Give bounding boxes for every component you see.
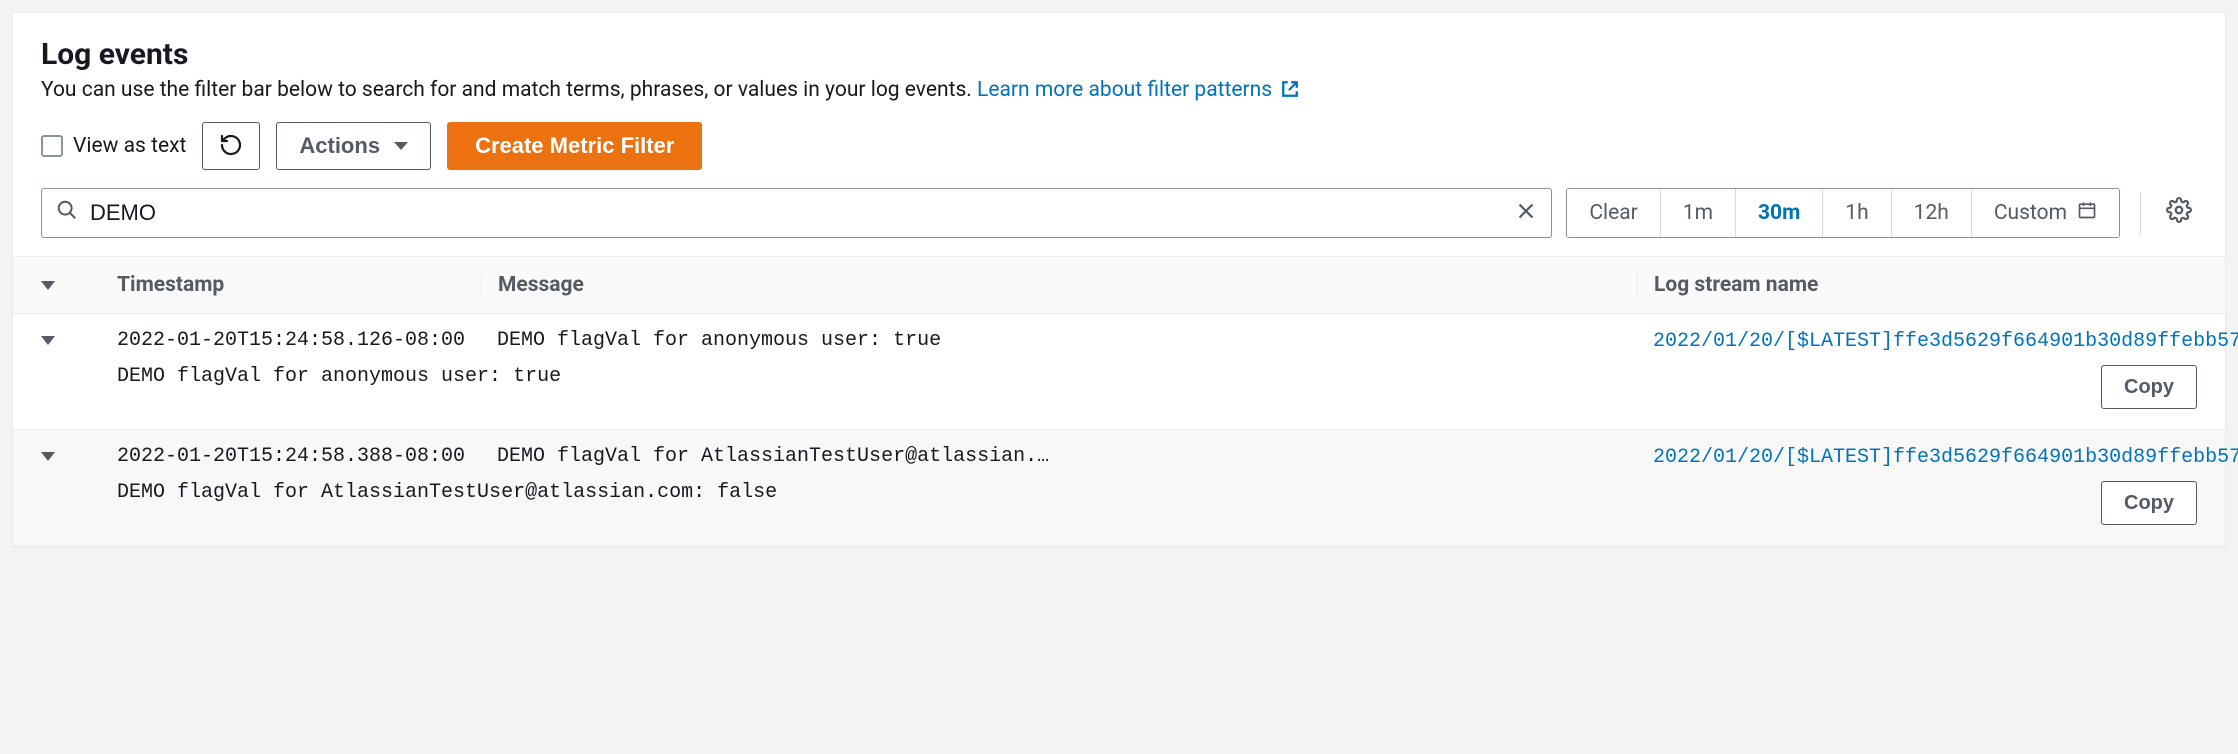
gear-icon — [2166, 197, 2192, 229]
column-message[interactable]: Message — [481, 273, 1637, 297]
cell-message: DEMO flagVal for AtlassianTestUser@atlas… — [481, 445, 1637, 468]
calendar-icon — [2077, 200, 2097, 226]
create-metric-filter-button[interactable]: Create Metric Filter — [447, 122, 702, 170]
view-as-text-label: View as text — [73, 134, 186, 158]
cell-log-stream: 2022/01/20/[$LATEST]ffe3d5629f664901b30d… — [1637, 444, 2197, 469]
search-input[interactable] — [90, 200, 1503, 226]
copy-button[interactable]: Copy — [2101, 481, 2197, 525]
time-30m-button[interactable]: 30m — [1736, 189, 1823, 237]
clear-search-icon[interactable] — [1515, 200, 1537, 226]
time-range-selector: Clear 1m 30m 1h 12h Custom — [1566, 188, 2120, 238]
time-12h-button[interactable]: 12h — [1892, 189, 1972, 237]
actions-label: Actions — [299, 133, 380, 159]
view-as-text-wrap: View as text — [41, 134, 186, 158]
log-stream-link[interactable]: 2022/01/20/[$LATEST]ffe3d5629f664901b30d… — [1653, 330, 2238, 353]
expand-all-toggle[interactable] — [41, 281, 101, 290]
detail-message: DEMO flagVal for anonymous user: true — [117, 365, 561, 388]
row-expand-toggle[interactable] — [41, 452, 101, 461]
time-custom-label: Custom — [1994, 201, 2067, 225]
column-timestamp[interactable]: Timestamp — [101, 273, 481, 297]
table-row: 2022-01-20T15:24:58.126-08:00 DEMO flagV… — [13, 314, 2225, 430]
cell-timestamp: 2022-01-20T15:24:58.126-08:00 — [101, 329, 481, 352]
filter-row: Clear 1m 30m 1h 12h Custom — [13, 188, 2225, 256]
cell-timestamp: 2022-01-20T15:24:58.388-08:00 — [101, 445, 481, 468]
divider — [2140, 192, 2141, 234]
page-subtitle: You can use the filter bar below to sear… — [41, 78, 2197, 104]
log-events-panel: Log events You can use the filter bar be… — [12, 12, 2226, 547]
page-title: Log events — [41, 37, 2197, 72]
chevron-down-icon — [41, 336, 55, 345]
refresh-button[interactable] — [202, 122, 260, 170]
panel-header: Log events You can use the filter bar be… — [13, 13, 2225, 122]
subtitle-text: You can use the filter bar below to sear… — [41, 78, 977, 102]
copy-button[interactable]: Copy — [2101, 365, 2197, 409]
settings-button[interactable] — [2161, 188, 2197, 238]
table-row: 2022-01-20T15:24:58.388-08:00 DEMO flagV… — [13, 430, 2225, 546]
toolbar: View as text Actions Create Metric Filte… — [13, 122, 2225, 188]
row-detail: DEMO flagVal for AtlassianTestUser@atlas… — [41, 469, 2197, 531]
row-main: 2022-01-20T15:24:58.388-08:00 DEMO flagV… — [41, 444, 2197, 469]
detail-message: DEMO flagVal for AtlassianTestUser@atlas… — [117, 481, 777, 504]
external-link-icon — [1281, 80, 1299, 104]
view-as-text-checkbox[interactable] — [41, 135, 63, 157]
time-1h-button[interactable]: 1h — [1823, 189, 1891, 237]
learn-more-label: Learn more about filter patterns — [977, 78, 1272, 102]
time-custom-button[interactable]: Custom — [1972, 189, 2119, 237]
search-wrap — [41, 188, 1552, 238]
log-stream-link[interactable]: 2022/01/20/[$LATEST]ffe3d5629f664901b30d… — [1653, 446, 2238, 469]
row-detail: DEMO flagVal for anonymous user: true Co… — [41, 353, 2197, 415]
time-clear-button[interactable]: Clear — [1567, 189, 1660, 237]
chevron-down-icon — [41, 281, 55, 290]
row-expand-toggle[interactable] — [41, 336, 101, 345]
column-log-stream[interactable]: Log stream name — [1637, 273, 2197, 297]
log-events-table: Timestamp Message Log stream name 2022-0… — [13, 256, 2225, 546]
cell-message: DEMO flagVal for anonymous user: true — [481, 329, 1637, 352]
actions-button[interactable]: Actions — [276, 122, 431, 170]
table-header: Timestamp Message Log stream name — [13, 256, 2225, 314]
row-main: 2022-01-20T15:24:58.126-08:00 DEMO flagV… — [41, 328, 2197, 353]
search-icon — [56, 199, 78, 227]
learn-more-link[interactable]: Learn more about filter patterns — [977, 78, 1299, 102]
chevron-down-icon — [41, 452, 55, 461]
time-1m-button[interactable]: 1m — [1661, 189, 1736, 237]
chevron-down-icon — [394, 142, 408, 150]
cell-log-stream: 2022/01/20/[$LATEST]ffe3d5629f664901b30d… — [1637, 328, 2197, 353]
refresh-icon — [219, 133, 243, 160]
